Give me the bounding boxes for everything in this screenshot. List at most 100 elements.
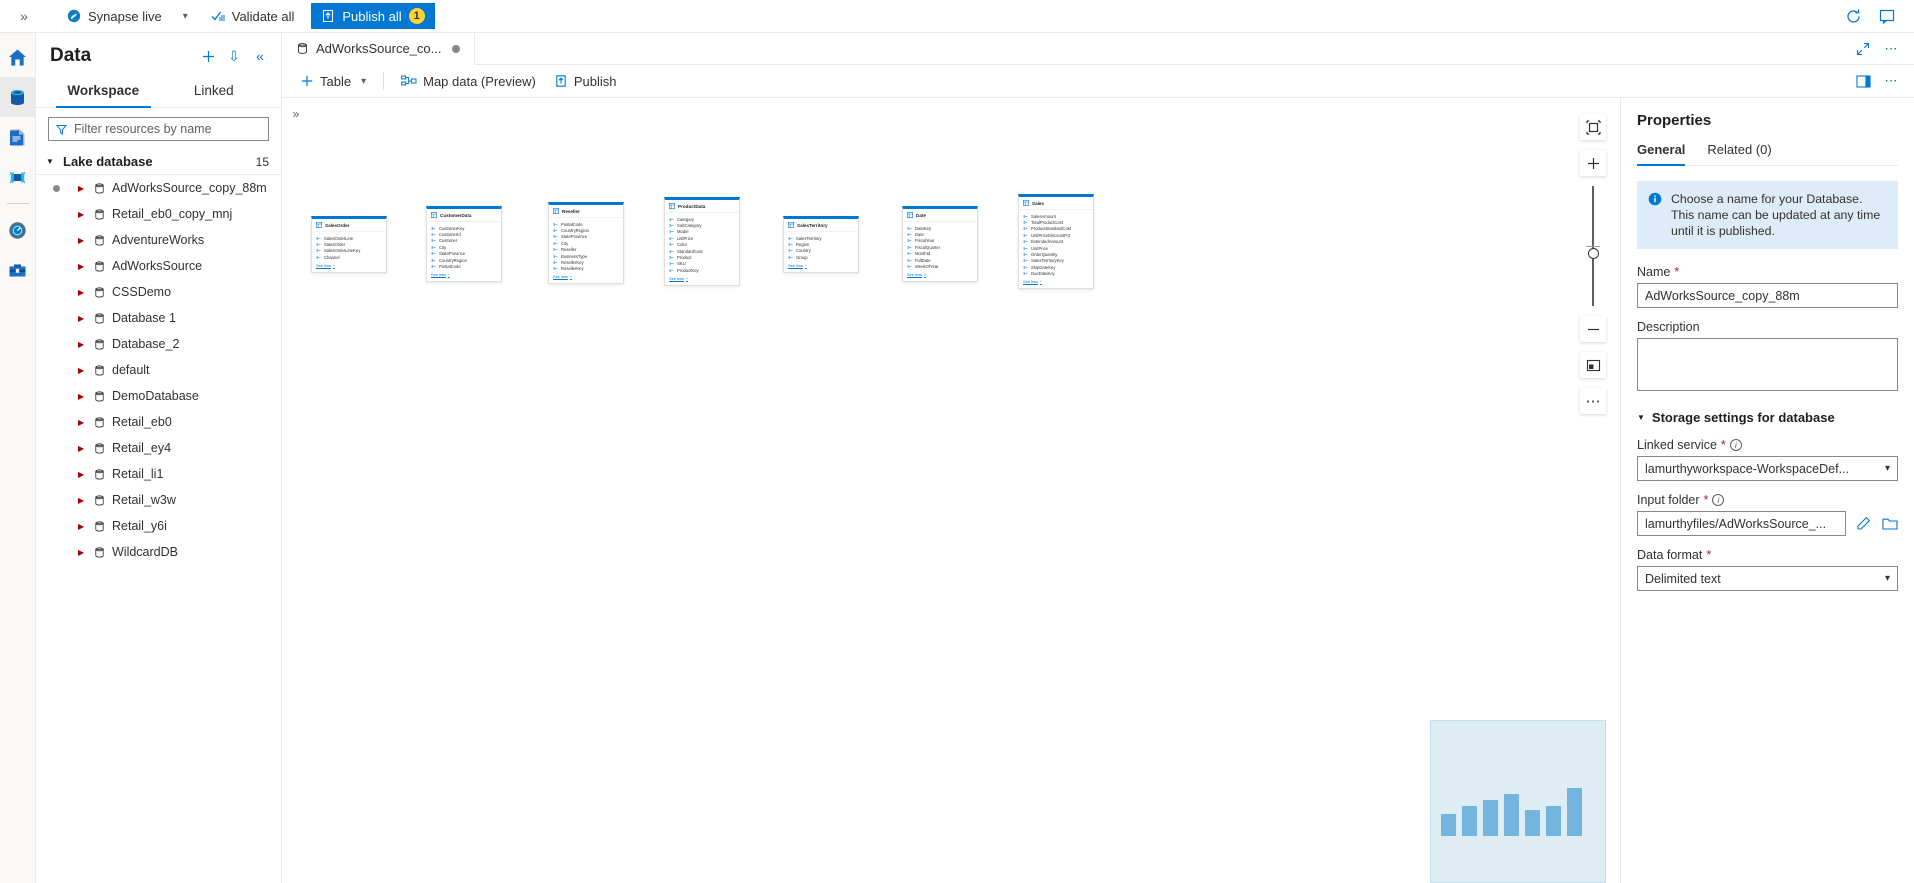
info-tooltip-icon[interactable]: i [1712, 494, 1725, 506]
see-less-link[interactable]: See less ^ [784, 261, 858, 269]
pencil-icon[interactable] [1855, 514, 1872, 534]
tree-item-database[interactable]: ▶ Retail_eb0 [36, 409, 281, 435]
chevron-double-right-icon[interactable]: » [0, 0, 48, 33]
table-card[interactable]: CustomerData CustomerKey CustomerId Custome… [426, 206, 502, 282]
rail-item-data[interactable] [0, 77, 36, 117]
tree-item-database[interactable]: ▶ default [36, 357, 281, 383]
properties-panel-icon[interactable] [1850, 68, 1876, 94]
tree-item-database[interactable]: ▶ WildcardDB [36, 539, 281, 565]
table-card-header[interactable]: Reseller [549, 205, 623, 218]
ellipsis-icon[interactable]: ⋯ [1878, 68, 1904, 94]
name-input[interactable] [1637, 283, 1898, 308]
tree-item-database[interactable]: ▶ Retail_eb0_copy_mnj [36, 201, 281, 227]
publish-all-button[interactable]: Publish all 1 [311, 3, 435, 29]
branch-picker[interactable]: Synapse live ▾ [57, 3, 198, 29]
table-card[interactable]: SalesTerritory SalesTerritory Region Countr… [783, 216, 859, 273]
map-data-button[interactable]: Map data (Preview) [393, 68, 544, 94]
data-format-select[interactable]: Delimited text ▾ [1637, 566, 1898, 591]
table-card-header[interactable]: ProductData [665, 200, 739, 213]
table-card-header[interactable]: Sales [1019, 197, 1093, 210]
see-less-link[interactable]: See less ^ [1019, 277, 1093, 285]
editor-tab-adworkssource[interactable]: AdWorksSource_co... [282, 33, 476, 65]
tree-item-database[interactable]: ▶ Retail_ey4 [36, 435, 281, 461]
tree-item-database[interactable]: ▶ AdWorksSource_copy_88m [36, 175, 281, 201]
plus-icon[interactable] [197, 45, 219, 67]
tree-group-lake-database[interactable]: ▼ Lake database 15 [36, 149, 281, 175]
caret-right-icon[interactable]: ▶ [78, 470, 87, 479]
chevron-double-left-icon[interactable]: « [249, 45, 271, 67]
caret-right-icon[interactable]: ▶ [78, 288, 87, 297]
caret-right-icon[interactable]: ▶ [78, 262, 87, 271]
caret-right-icon[interactable]: ▶ [78, 366, 87, 375]
database-designer-canvas[interactable]: » SalesOrder SalesOrderLine SalesOrder Sale… [282, 98, 1621, 883]
description-textarea[interactable] [1637, 338, 1898, 391]
table-card-header[interactable]: Date [903, 209, 977, 222]
tree-item-database[interactable]: ▶ CSSDemo [36, 279, 281, 305]
chevron-down-icon[interactable]: ▾ [183, 11, 188, 22]
tree-item-database[interactable]: ▶ Retail_y6i [36, 513, 281, 539]
tree-item-database[interactable]: ▶ AdWorksSource [36, 253, 281, 279]
table-card-header[interactable]: CustomerData [427, 209, 501, 222]
rail-item-monitor[interactable] [0, 210, 36, 250]
feedback-icon[interactable] [1872, 2, 1902, 30]
zoom-out-button[interactable] [1580, 316, 1606, 342]
see-less-link[interactable]: See less ^ [665, 274, 739, 282]
chevron-double-down-icon[interactable]: ⇩ [223, 45, 245, 67]
tab-linked[interactable]: Linked [159, 77, 270, 107]
fit-to-screen-icon[interactable] [1580, 114, 1606, 140]
canvas-more-button[interactable]: ⋯ [1580, 388, 1606, 414]
table-card[interactable]: Reseller PostalCode CountryRegion StateProv… [548, 202, 624, 285]
caret-right-icon[interactable]: ▶ [78, 314, 87, 323]
filter-box[interactable] [48, 117, 269, 141]
caret-right-icon[interactable]: ▶ [78, 444, 87, 453]
zoom-slider-thumb[interactable] [1587, 248, 1599, 260]
canvas-minimap[interactable] [1430, 720, 1606, 883]
see-less-link[interactable]: See less ^ [903, 270, 977, 278]
rail-item-manage[interactable] [0, 250, 36, 290]
see-less-link[interactable]: See less ^ [427, 270, 501, 278]
rail-item-integrate[interactable] [0, 157, 36, 197]
validate-all-button[interactable]: Validate all [202, 3, 304, 29]
tree-item-database[interactable]: ▶ Database_2 [36, 331, 281, 357]
table-card[interactable]: Date DateKey Date FiscalYear FiscalQuarter Mo… [902, 206, 978, 282]
see-less-link[interactable]: See less ^ [312, 261, 386, 269]
tab-workspace[interactable]: Workspace [48, 77, 159, 108]
table-card[interactable]: SalesOrder SalesOrderLine SalesOrder SalesO… [311, 216, 387, 273]
add-table-button[interactable]: Table ▾ [292, 68, 374, 94]
tab-general[interactable]: General [1637, 142, 1686, 166]
table-card-header[interactable]: SalesOrder [312, 219, 386, 232]
expand-icon[interactable] [1850, 36, 1876, 62]
table-card-header[interactable]: SalesTerritory [784, 219, 858, 232]
caret-right-icon[interactable]: ▶ [78, 418, 87, 427]
table-card[interactable]: ProductData Category SubCategory Model ListP… [664, 197, 740, 286]
ellipsis-icon[interactable]: ⋯ [1878, 36, 1904, 62]
minimap-toggle-button[interactable] [1580, 352, 1606, 378]
storage-settings-section-header[interactable]: ▼ Storage settings for database [1637, 410, 1898, 425]
zoom-slider[interactable] [1580, 186, 1606, 306]
caret-right-icon[interactable]: ▶ [78, 340, 87, 349]
linked-service-select[interactable]: lamurthyworkspace-WorkspaceDef... ▾ [1637, 456, 1898, 481]
caret-right-icon[interactable]: ▶ [78, 392, 87, 401]
rail-item-home[interactable] [0, 37, 36, 77]
see-less-link[interactable]: See less ^ [549, 272, 623, 280]
folder-icon[interactable] [1881, 514, 1898, 534]
rail-item-develop[interactable] [0, 117, 36, 157]
caret-right-icon[interactable]: ▶ [78, 496, 87, 505]
refresh-icon[interactable] [1838, 2, 1868, 30]
caret-right-icon[interactable]: ▶ [78, 210, 87, 219]
tree-item-database[interactable]: ▶ Retail_w3w [36, 487, 281, 513]
tree-item-database[interactable]: ▶ Retail_li1 [36, 461, 281, 487]
caret-right-icon[interactable]: ▶ [78, 184, 87, 193]
zoom-in-button[interactable] [1580, 150, 1606, 176]
tree-item-database[interactable]: ▶ DemoDatabase [36, 383, 281, 409]
info-tooltip-icon[interactable]: i [1729, 439, 1742, 451]
input-folder-input[interactable] [1637, 511, 1846, 536]
caret-right-icon[interactable]: ▶ [78, 236, 87, 245]
caret-right-icon[interactable]: ▶ [78, 522, 87, 531]
tree-item-database[interactable]: ▶ AdventureWorks [36, 227, 281, 253]
tree-item-database[interactable]: ▶ Database 1 [36, 305, 281, 331]
publish-button[interactable]: Publish [546, 68, 625, 94]
search-input[interactable] [74, 122, 261, 136]
chevron-double-right-icon[interactable]: » [286, 104, 306, 124]
table-card[interactable]: Sales SalesAmount TotalProductCost ProductS… [1018, 194, 1094, 289]
